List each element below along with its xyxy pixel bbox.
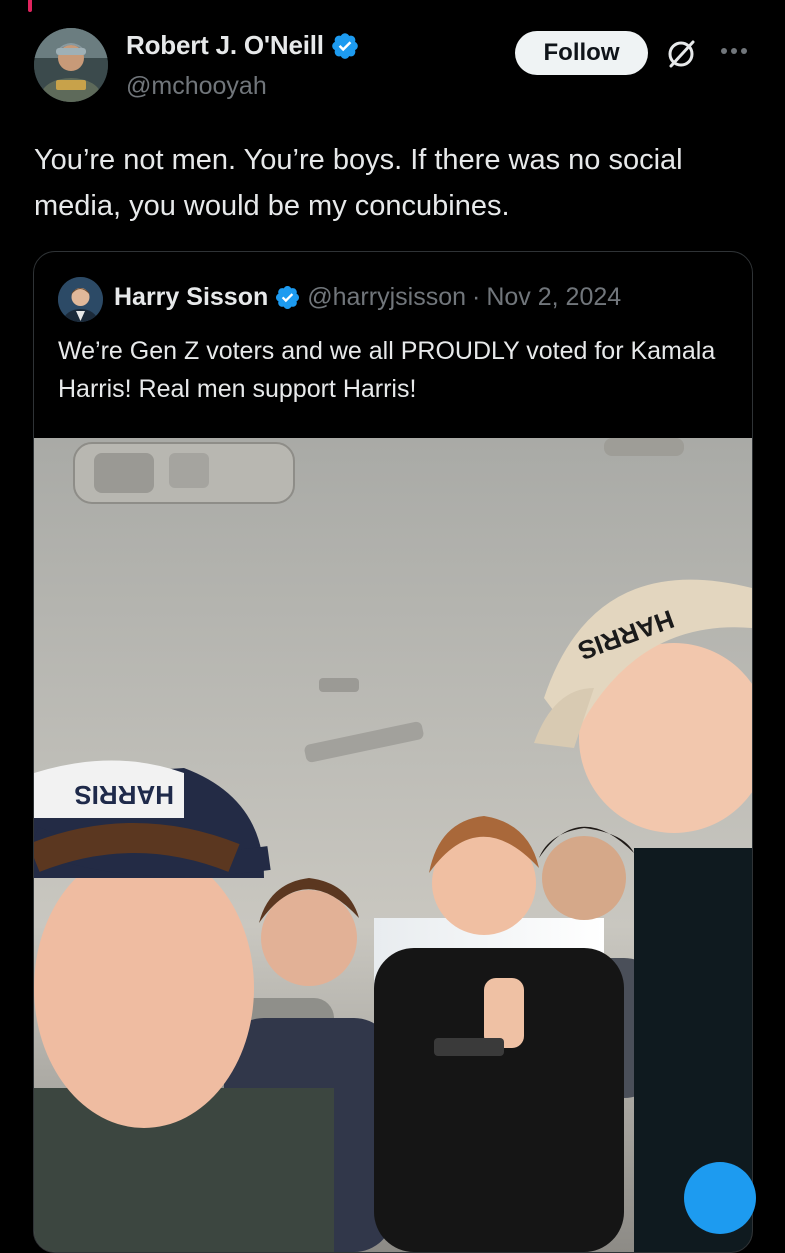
quoted-post-photo[interactable]: HARRIS HARRIS — [34, 438, 752, 1252]
quoted-post-date[interactable]: Nov 2, 2024 — [486, 283, 621, 312]
author-name-row: Robert J. O'Neill — [126, 30, 360, 61]
quoted-author-handle[interactable]: @harryjsisson — [307, 283, 466, 312]
author-name[interactable]: Robert J. O'Neill — [126, 30, 324, 61]
post-text: You’re not men. You’re boys. If there wa… — [34, 144, 683, 222]
quoted-separator: · — [472, 283, 481, 311]
quoted-post-text: We’re Gen Z voters and we all PROUDLY vo… — [58, 337, 716, 403]
quoted-post-card[interactable]: Harry Sisson @harryjsisson · Nov 2, 2024… — [33, 251, 753, 1253]
photo-car-selfie-icon: HARRIS HARRIS — [34, 438, 752, 1252]
quoted-avatar-photo-icon — [58, 277, 103, 322]
avatar-photo-icon — [34, 28, 108, 102]
more-options-icon[interactable] — [716, 36, 752, 66]
grok-icon[interactable] — [664, 37, 698, 71]
quoted-verified-badge-icon[interactable] — [274, 284, 301, 311]
follow-button[interactable]: Follow — [515, 31, 648, 75]
quoted-author-avatar[interactable] — [58, 277, 103, 322]
compose-fab-button[interactable] — [684, 1162, 756, 1234]
quoted-author-name[interactable]: Harry Sisson — [114, 283, 268, 312]
hat-left-text: HARRIS — [74, 780, 174, 810]
quoted-post-header: Harry Sisson @harryjsisson · Nov 2, 2024 — [114, 283, 621, 312]
post-header: Robert J. O'Neill @mchooyah Follow — [0, 0, 785, 120]
author-avatar[interactable] — [34, 28, 108, 102]
author-handle[interactable]: @mchooyah — [126, 72, 267, 101]
verified-badge-icon[interactable] — [330, 31, 360, 61]
